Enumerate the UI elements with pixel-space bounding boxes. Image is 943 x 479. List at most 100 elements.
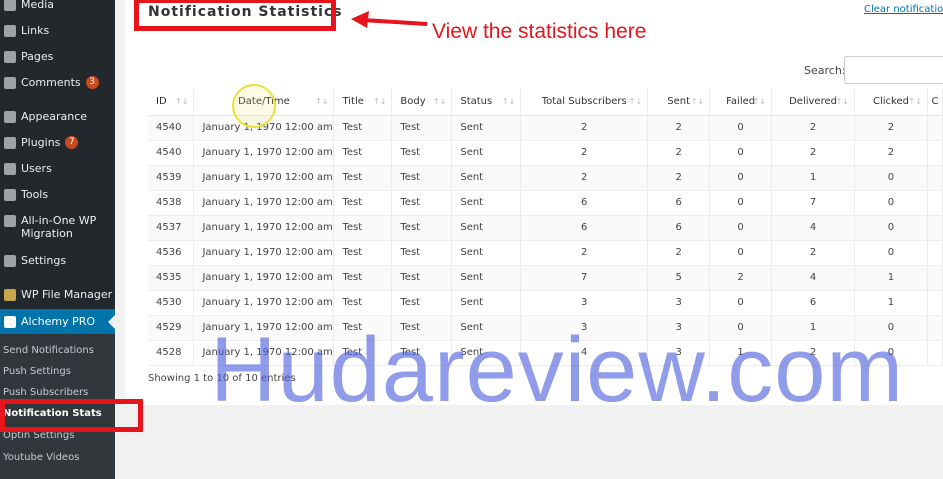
cell-body: Test: [391, 215, 453, 241]
cell-body: Test: [391, 240, 453, 266]
sidebar-item-users[interactable]: Users: [0, 162, 115, 175]
column-header-delivered[interactable]: Delivered ↑↓: [771, 89, 855, 116]
cell-clicked: 2: [854, 140, 928, 166]
submenu-push-settings[interactable]: Push Settings: [3, 366, 71, 378]
cell-total-subscribers: 2: [520, 140, 649, 166]
cell-delivered: 6: [771, 290, 855, 316]
cell-sent: 6: [647, 215, 711, 241]
cell-datetime: January 1, 1970 12:00 am: [193, 265, 335, 291]
sidebar-item-file-manager[interactable]: WP File Manager: [0, 288, 115, 301]
cursor-highlight: [232, 84, 276, 128]
cell-failed: 0: [709, 190, 773, 216]
sort-icon: ↑↓: [752, 97, 767, 106]
cell-title: Test: [333, 140, 393, 166]
table-row: 4536 January 1, 1970 12:00 am Test Test Sent…: [148, 240, 943, 266]
cell-extra: [927, 115, 943, 141]
sidebar-item-alchemy-pro[interactable]: Alchemy PRO: [0, 315, 115, 328]
cell-extra: [927, 240, 943, 266]
submenu-youtube-videos[interactable]: Youtube Videos: [3, 452, 79, 464]
submenu-send-notifications[interactable]: Send Notifications: [3, 345, 94, 357]
cell-sent: 2: [647, 115, 711, 141]
cell-status: Sent: [451, 265, 522, 291]
links-icon: [4, 25, 16, 37]
cell-id: 4537: [148, 215, 195, 241]
sort-icon: ↑↓: [628, 97, 643, 106]
cell-id: 4538: [148, 190, 195, 216]
column-header-body[interactable]: Body ↑↓: [391, 89, 453, 116]
cell-total-subscribers: 3: [520, 290, 649, 316]
cell-title: Test: [333, 240, 393, 266]
media-icon: [4, 0, 16, 11]
cell-sent: 6: [647, 190, 711, 216]
sort-icon: ↑↓: [315, 97, 329, 106]
plugins-icon: [4, 137, 16, 149]
main-content: Notification Statistics View the statist…: [115, 0, 943, 479]
cell-id: 4528: [148, 340, 195, 366]
column-header-sent[interactable]: Sent ↑↓: [647, 89, 711, 116]
cell-total-subscribers: 6: [520, 215, 649, 241]
screen: Media Links Pages Comments 3 Appearance P…: [0, 0, 943, 479]
cell-extra: [927, 190, 943, 216]
column-header-total-subscribers[interactable]: Total Subscribers ↑↓: [520, 89, 649, 116]
arrow-left-icon: [351, 11, 428, 28]
sidebar-item-tools[interactable]: Tools: [0, 188, 115, 201]
table-row: 4530 January 1, 1970 12:00 am Test Test Sent…: [148, 290, 943, 316]
cell-clicked: 1: [854, 290, 928, 316]
cell-status: Sent: [451, 240, 522, 266]
sidebar-item-media[interactable]: Media: [0, 0, 115, 11]
cell-status: Sent: [451, 290, 522, 316]
cell-extra: [927, 140, 943, 166]
cell-id: 4530: [148, 290, 195, 316]
cell-total-subscribers: 7: [520, 265, 649, 291]
cell-status: Sent: [451, 215, 522, 241]
cell-datetime: January 1, 1970 12:00 am: [193, 190, 335, 216]
sort-icon: ↑↓: [175, 97, 189, 106]
column-header-failed[interactable]: Failed ↑↓: [709, 89, 773, 116]
column-header-id[interactable]: ID ↑↓: [148, 89, 195, 116]
submenu-push-subscribers[interactable]: Push Subscribers: [3, 387, 88, 399]
column-header-status[interactable]: Status ↑↓: [451, 89, 522, 116]
sort-icon: ↑↓: [501, 97, 516, 106]
cell-extra: [927, 340, 943, 366]
sidebar-item-migration[interactable]: All-in-One WP Migration: [0, 214, 110, 240]
sidebar-item-appearance[interactable]: Appearance: [0, 110, 115, 123]
comments-icon: [4, 77, 16, 89]
column-header-extra[interactable]: C: [927, 89, 943, 116]
cell-id: 4529: [148, 315, 195, 341]
cell-status: Sent: [451, 115, 522, 141]
table-row: 4535 January 1, 1970 12:00 am Test Test Sent…: [148, 265, 943, 291]
column-header-title[interactable]: Title ↑↓: [333, 89, 393, 116]
cell-failed: 0: [709, 290, 773, 316]
cell-datetime: January 1, 1970 12:00 am: [193, 215, 335, 241]
cell-clicked: 1: [854, 265, 928, 291]
search-label: Search:: [804, 64, 846, 77]
cell-extra: [927, 265, 943, 291]
cell-status: Sent: [451, 140, 522, 166]
cell-title: Test: [333, 215, 393, 241]
title-highlight-box: [134, 0, 336, 31]
sidebar-item-plugins[interactable]: Plugins 7: [0, 136, 115, 149]
cell-id: 4539: [148, 165, 195, 191]
cell-body: Test: [391, 265, 453, 291]
cell-sent: 3: [647, 290, 711, 316]
cell-delivered: 4: [771, 215, 855, 241]
column-header-clicked[interactable]: Clicked ↑↓: [854, 89, 928, 116]
search-input[interactable]: [844, 56, 943, 84]
cell-clicked: 0: [854, 190, 928, 216]
cell-sent: 2: [647, 140, 711, 166]
settings-icon: [4, 255, 16, 267]
cell-total-subscribers: 2: [520, 240, 649, 266]
sidebar-item-pages[interactable]: Pages: [0, 50, 115, 63]
cell-title: Test: [333, 115, 393, 141]
cell-clicked: 0: [854, 165, 928, 191]
cell-total-subscribers: 6: [520, 190, 649, 216]
clear-notifications-link[interactable]: Clear notificatio: [864, 4, 943, 15]
sidebar-item-comments[interactable]: Comments 3: [0, 76, 115, 89]
cell-total-subscribers: 2: [520, 115, 649, 141]
cell-title: Test: [333, 190, 393, 216]
cell-title: Test: [333, 290, 393, 316]
sidebar-item-settings[interactable]: Settings: [0, 254, 115, 267]
cell-title: Test: [333, 165, 393, 191]
sidebar-item-links[interactable]: Links: [0, 24, 115, 37]
annotation-text: View the statistics here: [432, 20, 647, 43]
